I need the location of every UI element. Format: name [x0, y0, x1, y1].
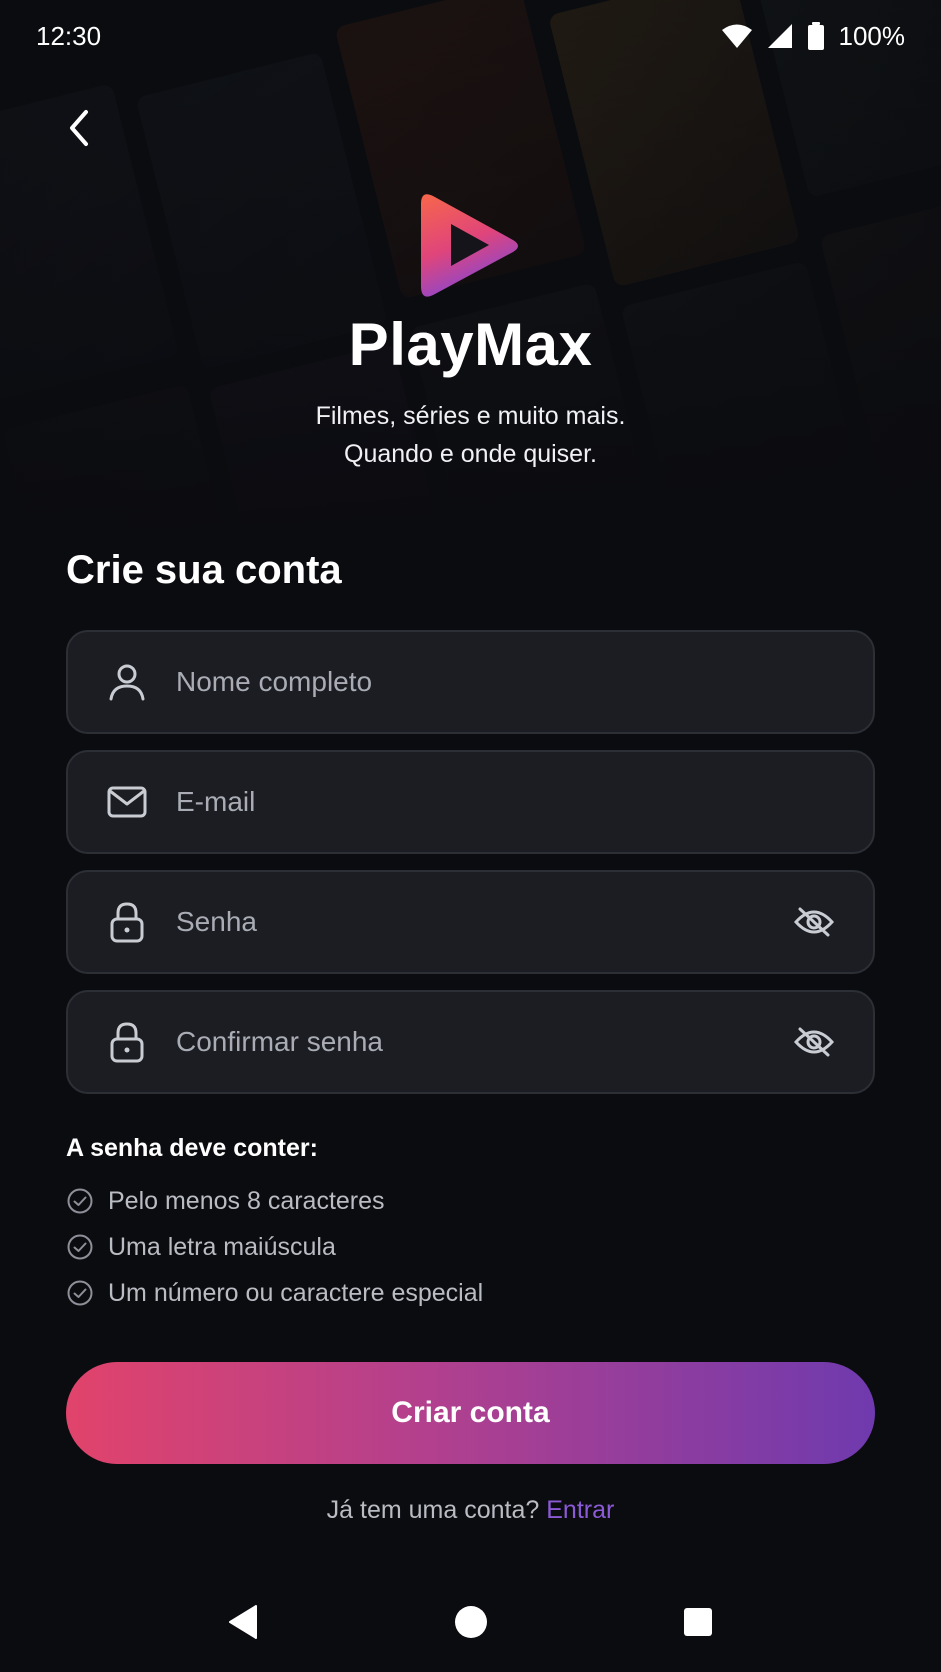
- wifi-icon: [721, 24, 752, 48]
- signin-prompt: Já tem uma conta? Entrar: [0, 1496, 941, 1525]
- mail-icon: [104, 779, 150, 825]
- password-input[interactable]: [176, 906, 791, 938]
- tagline: Filmes, séries e muito mais. Quando e on…: [0, 397, 941, 473]
- signin-link[interactable]: Entrar: [546, 1496, 614, 1524]
- password-requirements-title: A senha deve conter:: [66, 1134, 318, 1162]
- tagline-line-2: Quando e onde quiser.: [344, 440, 597, 468]
- battery-icon: [807, 22, 824, 50]
- system-navigation-bar: [0, 1572, 941, 1672]
- user-icon: [104, 659, 150, 705]
- requirement-item: Pelo menos 8 caracteres: [66, 1178, 483, 1224]
- back-button[interactable]: [56, 100, 100, 156]
- tagline-line-1: Filmes, séries e muito mais.: [315, 402, 626, 430]
- eye-off-icon[interactable]: [791, 899, 837, 945]
- lock-icon: [104, 899, 150, 945]
- check-circle-icon: [67, 1188, 93, 1214]
- battery-percent: 100%: [838, 20, 906, 51]
- status-bar: 12:30 100%: [0, 0, 941, 72]
- form-title: Crie sua conta: [66, 548, 342, 592]
- lock-icon: [104, 1019, 150, 1065]
- recents-square-icon: [683, 1608, 712, 1636]
- requirement-text: Um número ou caractere especial: [108, 1278, 484, 1307]
- password-field[interactable]: [66, 870, 875, 974]
- playmax-logo-icon: [420, 194, 518, 297]
- confirm-password-input[interactable]: [176, 1026, 791, 1058]
- requirement-item: Uma letra maiúscula: [66, 1224, 483, 1270]
- app-name: PlayMax: [348, 311, 593, 378]
- home-circle-icon: [454, 1606, 487, 1638]
- create-account-button[interactable]: Criar conta: [66, 1362, 875, 1464]
- requirement-text: Pelo menos 8 caracteres: [108, 1186, 385, 1215]
- email-field[interactable]: [66, 750, 875, 854]
- back-triangle-icon: [228, 1605, 257, 1639]
- password-requirements-list: Pelo menos 8 caracteres Uma letra maiúsc…: [66, 1178, 483, 1316]
- chevron-left-icon: [70, 110, 88, 146]
- requirement-item: Um número ou caractere especial: [66, 1270, 483, 1316]
- nav-recents-button[interactable]: [658, 1582, 738, 1662]
- check-circle-icon: [67, 1234, 93, 1260]
- status-time: 12:30: [36, 20, 102, 51]
- eye-off-icon[interactable]: [791, 1019, 837, 1065]
- nav-back-button[interactable]: [204, 1582, 284, 1662]
- check-circle-icon: [67, 1280, 93, 1306]
- nav-home-button[interactable]: [431, 1582, 511, 1662]
- full-name-field[interactable]: [66, 630, 875, 734]
- signal-icon: [767, 24, 792, 48]
- full-name-input[interactable]: [176, 666, 837, 698]
- email-input[interactable]: [176, 786, 837, 818]
- status-icons: 100%: [721, 20, 906, 52]
- brand-header: PlayMax Filmes, séries e muito mais. Qua…: [0, 190, 941, 473]
- confirm-password-field[interactable]: [66, 990, 875, 1094]
- requirement-text: Uma letra maiúscula: [108, 1232, 336, 1261]
- signin-prompt-text: Já tem uma conta?: [326, 1496, 540, 1524]
